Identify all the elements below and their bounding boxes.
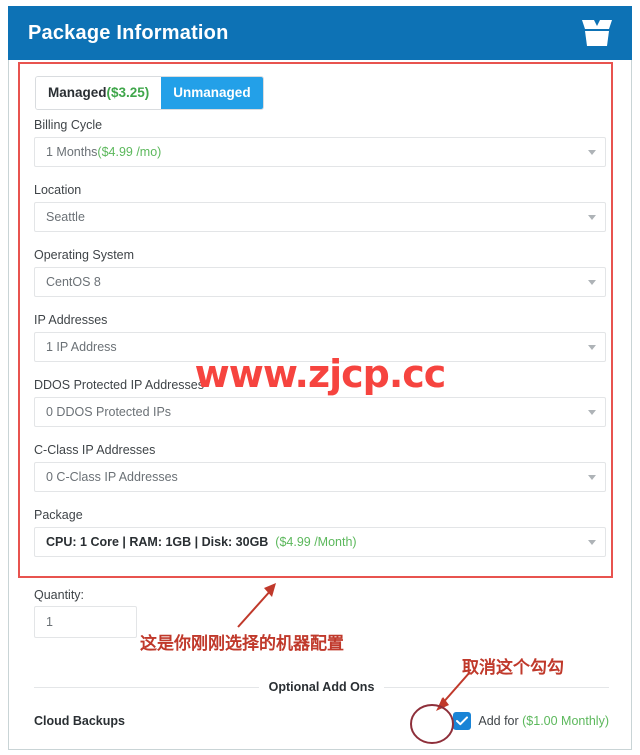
select-quantity[interactable]: 1 bbox=[34, 606, 137, 638]
addon-row: Cloud Backups Add for ($1.00 Monthly) bbox=[34, 712, 609, 730]
addon-add-for-label: Add for ($1.00 Monthly) bbox=[478, 714, 609, 728]
field-c-class-ip-addresses: C-Class IP Addresses 0 C-Class IP Addres… bbox=[34, 443, 606, 492]
label-ddos-protected-ip-addresses: DDOS Protected IP Addresses bbox=[34, 378, 204, 392]
divider-line-left bbox=[34, 686, 259, 688]
check-icon bbox=[456, 716, 469, 726]
select-ddos-value: 0 DDOS Protected IPs bbox=[46, 405, 172, 419]
field-ip-addresses: IP Addresses 1 IP Address bbox=[34, 313, 606, 362]
addon-price: ($1.00 Monthly) bbox=[522, 714, 609, 728]
chevron-down-icon bbox=[588, 150, 596, 155]
addon-name-cloud-backups: Cloud Backups bbox=[34, 714, 125, 728]
select-package-value: CPU: 1 Core | RAM: 1GB | Disk: 30GB bbox=[46, 535, 269, 549]
field-quantity: Quantity: 1 bbox=[34, 588, 137, 638]
chevron-down-icon bbox=[588, 280, 596, 285]
label-quantity: Quantity: bbox=[34, 588, 85, 602]
select-ddos-protected-ip-addresses[interactable]: 0 DDOS Protected IPs bbox=[34, 397, 606, 427]
optional-add-ons-label: Optional Add Ons bbox=[268, 680, 375, 694]
select-billing-cycle-value: 1 Months bbox=[46, 145, 98, 159]
field-billing-cycle: Billing Cycle 1 Months ($4.99 /mo) bbox=[34, 118, 606, 167]
page-title: Package Information bbox=[28, 21, 229, 44]
management-tab-group[interactable]: Managed($3.25) Unmanaged bbox=[35, 76, 264, 110]
chevron-down-icon bbox=[588, 410, 596, 415]
label-package: Package bbox=[34, 508, 83, 522]
select-package[interactable]: CPU: 1 Core | RAM: 1GB | Disk: 30GB ($4.… bbox=[34, 527, 606, 557]
chevron-down-icon bbox=[588, 475, 596, 480]
addon-add-for-text: Add for bbox=[478, 714, 523, 728]
package-information-screen: Package Information Managed($3.25) Unman… bbox=[0, 0, 640, 750]
tab-managed[interactable]: Managed($3.25) bbox=[36, 77, 162, 109]
select-billing-cycle[interactable]: 1 Months ($4.99 /mo) bbox=[34, 137, 606, 167]
tab-managed-label: Managed bbox=[48, 85, 107, 100]
card-body: Managed($3.25) Unmanaged Billing Cycle 1… bbox=[8, 60, 632, 750]
field-operating-system: Operating System CentOS 8 bbox=[34, 248, 606, 297]
chevron-down-icon bbox=[588, 345, 596, 350]
chevron-down-icon bbox=[588, 540, 596, 545]
select-operating-system[interactable]: CentOS 8 bbox=[34, 267, 606, 297]
addon-controls: Add for ($1.00 Monthly) bbox=[453, 712, 609, 730]
select-operating-system-value: CentOS 8 bbox=[46, 275, 101, 289]
field-location: Location Seattle bbox=[34, 183, 606, 232]
select-package-price: ($4.99 /Month) bbox=[275, 535, 357, 549]
select-quantity-value: 1 bbox=[46, 615, 53, 629]
select-ip-addresses[interactable]: 1 IP Address bbox=[34, 332, 606, 362]
chevron-down-icon bbox=[588, 215, 596, 220]
tab-managed-price: ($3.25) bbox=[106, 85, 150, 100]
select-location[interactable]: Seattle bbox=[34, 202, 606, 232]
select-c-class-value: 0 C-Class IP Addresses bbox=[46, 470, 178, 484]
tab-unmanaged[interactable]: Unmanaged bbox=[161, 77, 263, 109]
card-header: Package Information bbox=[8, 6, 632, 60]
label-location: Location bbox=[34, 183, 82, 197]
label-billing-cycle: Billing Cycle bbox=[34, 118, 103, 132]
label-operating-system: Operating System bbox=[34, 248, 135, 262]
label-ip-addresses: IP Addresses bbox=[34, 313, 108, 327]
tab-unmanaged-label: Unmanaged bbox=[173, 85, 251, 100]
select-ip-addresses-value: 1 IP Address bbox=[46, 340, 117, 354]
label-c-class-ip-addresses: C-Class IP Addresses bbox=[34, 443, 156, 457]
select-location-value: Seattle bbox=[46, 210, 85, 224]
field-package: Package CPU: 1 Core | RAM: 1GB | Disk: 3… bbox=[34, 508, 606, 557]
divider-line-right bbox=[384, 686, 609, 688]
cloud-backups-checkbox[interactable] bbox=[453, 712, 472, 730]
open-box-icon bbox=[580, 18, 614, 48]
optional-add-ons-divider: Optional Add Ons bbox=[34, 680, 609, 694]
select-billing-cycle-price: ($4.99 /mo) bbox=[97, 145, 162, 159]
select-c-class-ip-addresses[interactable]: 0 C-Class IP Addresses bbox=[34, 462, 606, 492]
field-ddos-protected-ip-addresses: DDOS Protected IP Addresses 0 DDOS Prote… bbox=[34, 378, 606, 427]
